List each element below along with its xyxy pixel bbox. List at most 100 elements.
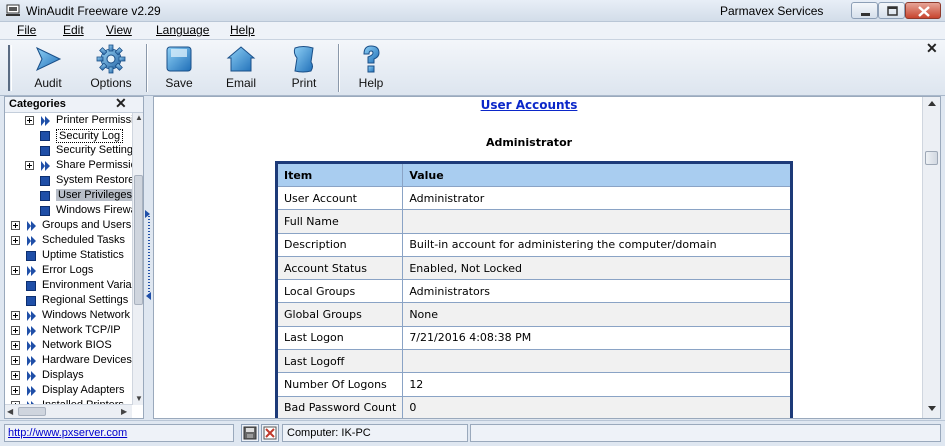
tree-item-label: Hardware Devices [42,354,132,366]
report-content: User Accounts Administrator Item Value U… [153,96,941,419]
home-mail-icon [226,46,256,72]
expand-icon[interactable] [11,341,20,350]
expand-icon[interactable] [11,221,20,230]
item-cell: Bad Password Count [275,395,404,418]
print-button[interactable]: Print [278,44,330,92]
tree-item[interactable]: Uptime Statistics [5,249,132,264]
tree-item[interactable]: Windows Firewa [5,204,132,219]
menu-edit[interactable]: Edit [61,23,86,37]
scroll-left-icon[interactable]: ◀ [7,407,13,416]
tree-item[interactable]: Environment Variab [5,279,132,294]
app-icon [6,4,20,16]
tree-item[interactable]: Displays [5,369,132,384]
table-row: Local Groups Administrators [275,279,793,304]
tree-item-label: Scheduled Tasks [42,234,125,246]
tree-item[interactable]: Hardware Devices [5,354,132,369]
category-icon [40,146,50,156]
expand-icon[interactable] [25,161,34,170]
scrollbar-thumb[interactable] [18,407,46,416]
expand-icon[interactable] [11,266,20,275]
email-button[interactable]: Email [215,44,267,92]
table-row: Last Logon 7/21/2016 4:08:38 PM [275,325,793,351]
floppy-icon [243,426,257,440]
help-label: Help [358,76,384,90]
item-cell: Account Status [275,255,404,281]
help-button[interactable]: Help [345,44,397,92]
expand-icon[interactable] [25,116,34,125]
expand-icon[interactable] [11,371,20,380]
scroll-down-icon[interactable] [928,406,936,411]
tree-item[interactable]: Windows Network [5,309,132,324]
value-cell: 0 [402,395,793,418]
status-panel [470,424,941,442]
tree-item[interactable]: Printer Permissic [5,114,132,129]
menu-view[interactable]: View [104,23,134,37]
table-row: Last Logoff [275,349,793,374]
scroll-up-icon[interactable]: ▲ [135,113,143,122]
tree-item-label: Groups and Users [42,219,132,231]
tree-item-label: Network BIOS [42,339,112,351]
website-link[interactable]: http://www.pxserver.com [4,424,234,442]
tree-item[interactable]: Security Setting [5,144,132,159]
tree-item[interactable]: Error Logs [5,264,132,279]
tree-item[interactable]: User Privileges [5,189,132,204]
scrollbar-thumb[interactable] [925,151,938,165]
computer-name-status: Computer: IK-PC [282,424,468,442]
content-vertical-scrollbar[interactable] [922,97,940,418]
menu-file[interactable]: File [15,23,38,37]
audit-button[interactable]: Audit [22,44,74,92]
expand-icon[interactable] [11,386,20,395]
expand-icon[interactable] [11,356,20,365]
menu-file-label: File [17,23,37,37]
section-title-link[interactable]: User Accounts [154,98,904,112]
table-row: Global Groups None [275,302,793,327]
audit-icon [35,46,62,72]
categories-horizontal-scrollbar[interactable]: ◀ ▶ [5,404,132,418]
category-icon [26,281,36,291]
double-chevron-icon [41,116,50,126]
tree-item[interactable]: System Restore [5,174,132,189]
close-categories-icon[interactable]: ✕ [115,95,127,112]
expand-icon[interactable] [11,236,20,245]
column-header-item: Item [275,162,404,187]
tree-item[interactable]: Regional Settings [5,294,132,309]
tree-item-label: Error Logs [42,264,94,276]
tree-item[interactable]: Scheduled Tasks [5,234,132,249]
expand-icon[interactable] [11,311,20,320]
menu-help[interactable]: Help [228,23,257,37]
tree-item-label: Environment Variab [42,279,132,291]
tree-item[interactable]: Network TCP/IP [5,324,132,339]
double-chevron-icon [27,341,36,351]
tree-item[interactable]: Network BIOS [5,339,132,354]
options-button[interactable]: Options [85,44,137,92]
tree-item[interactable]: Display Adapters [5,384,132,399]
table-row: User Account Administrator [275,185,793,211]
close-window-button[interactable] [905,2,941,19]
category-icon [26,296,36,306]
panel-splitter[interactable] [145,96,153,419]
table-row: Account Status Enabled, Not Locked [275,255,793,281]
collapse-left-icon[interactable] [146,292,151,300]
expand-icon[interactable] [11,326,20,335]
print-label: Print [291,76,317,90]
tree-item[interactable]: Groups and Users [5,219,132,234]
close-document-icon[interactable]: ✕ [926,40,938,57]
scrollbar-thumb[interactable] [134,175,143,305]
menu-language[interactable]: Language [154,23,211,37]
save-status-button[interactable] [241,424,259,442]
minimize-button[interactable] [851,2,878,19]
scroll-up-icon[interactable] [928,101,936,106]
table-row: Full Name [275,209,793,234]
save-button[interactable]: Save [153,44,205,92]
window-title: WinAudit Freeware v2.29 [26,4,161,18]
toolbar-grip[interactable] [8,45,12,91]
options-label: Options [90,76,132,90]
tree-item[interactable]: Share Permissic [5,159,132,174]
scroll-down-icon[interactable]: ▼ [135,394,143,403]
tree-item[interactable]: Security Log [5,129,132,144]
categories-vertical-scrollbar[interactable]: ▲ ▼ [132,113,143,405]
stop-status-button[interactable] [261,424,279,442]
maximize-button[interactable] [878,2,905,19]
tree-item-label: Regional Settings [42,294,129,306]
scroll-right-icon[interactable]: ▶ [121,407,127,416]
